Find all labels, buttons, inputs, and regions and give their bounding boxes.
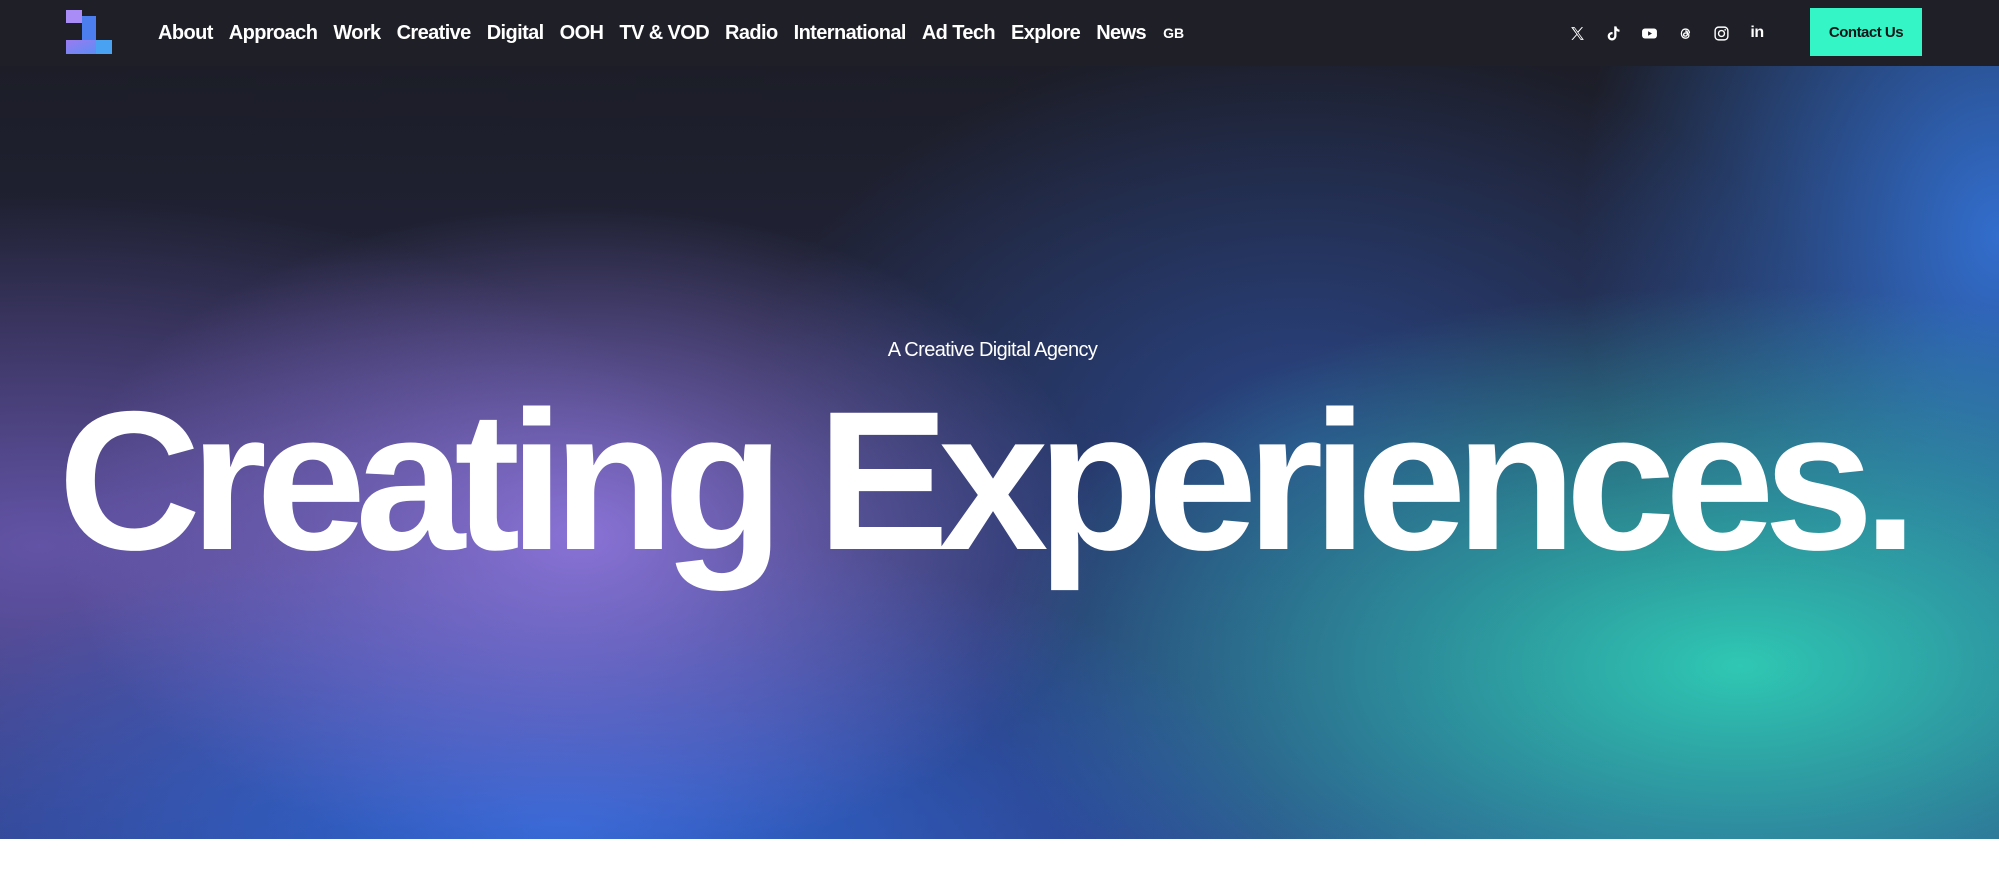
nav-link-approach[interactable]: Approach [229,22,318,45]
instagram-icon [1713,25,1729,41]
social-youtube[interactable] [1636,18,1662,48]
social-threads[interactable] [1672,18,1698,48]
nav-link-ooh[interactable]: OOH [560,22,604,45]
region-selector[interactable]: GB [1163,25,1184,41]
nav-link-tv-vod[interactable]: TV & VOD [619,22,709,45]
contact-us-button[interactable]: Contact Us [1810,8,1922,56]
page: About Approach Work Creative Digital OOH… [0,0,1999,870]
nav-link-about[interactable]: About [158,22,213,45]
social-tiktok[interactable] [1600,18,1626,48]
nav-link-news[interactable]: News [1096,22,1146,45]
site-header: About Approach Work Creative Digital OOH… [0,0,1999,66]
x-twitter-icon [1570,26,1584,40]
nav-link-international[interactable]: International [794,22,907,45]
tiktok-icon [1607,25,1620,40]
social-instagram[interactable] [1708,18,1734,48]
agency-logo-icon [66,10,112,54]
threads-icon [1680,27,1690,39]
nav-link-work[interactable]: Work [333,22,381,45]
site-logo[interactable] [66,10,112,54]
linkedin-icon: in [1750,24,1764,41]
youtube-icon [1641,28,1657,38]
hero-title: Creating Experiences. [58,370,1918,591]
nav-link-radio[interactable]: Radio [725,22,778,45]
nav-link-ad-tech[interactable]: Ad Tech [922,22,996,45]
nav-link-explore[interactable]: Explore [1011,22,1081,45]
nav-link-digital[interactable]: Digital [487,22,545,45]
main-nav: About Approach Work Creative Digital OOH… [158,0,1184,66]
nav-link-creative[interactable]: Creative [397,22,472,45]
hero-section: A Creative Digital Agency Creating Exper… [0,66,1999,839]
social-linkedin[interactable]: in [1744,18,1770,48]
social-links: in [1564,18,1780,48]
hero-subtitle: A Creative Digital Agency [887,339,1098,361]
social-x[interactable] [1564,18,1590,48]
